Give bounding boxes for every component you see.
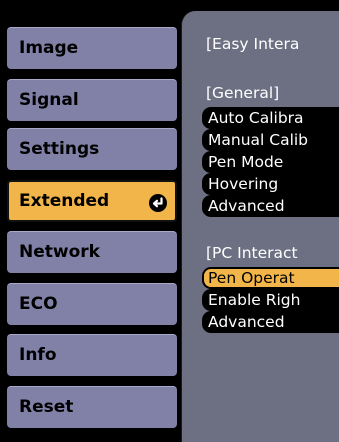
submenu-item-label: Enable Righ	[208, 291, 301, 309]
menu-item-label: Info	[19, 345, 57, 365]
menu-item-label: Extended	[19, 191, 110, 211]
menu-item-extended[interactable]: Extended	[7, 180, 177, 222]
submenu-item-label: Hovering	[208, 175, 279, 193]
enter-icon	[149, 194, 167, 212]
submenu-item-label: Auto Calibra	[208, 109, 304, 127]
menu-item-signal[interactable]: Signal	[7, 79, 177, 121]
auto-calibration-item[interactable]: Auto Calibra	[202, 107, 339, 129]
menu-item-settings[interactable]: Settings	[7, 128, 177, 170]
general-section-heading: [General]	[206, 84, 280, 102]
menu-item-label: Network	[19, 242, 100, 262]
main-menu: Image Signal Settings Extended Network E…	[0, 0, 185, 442]
pen-operation-item[interactable]: Pen Operat	[202, 267, 339, 289]
menu-item-eco[interactable]: ECO	[7, 283, 177, 325]
advanced-general-item[interactable]: Advanced	[202, 195, 339, 217]
advanced-pc-item[interactable]: Advanced	[202, 311, 339, 333]
menu-item-reset[interactable]: Reset	[7, 386, 177, 428]
panel-title: [Easy Intera	[206, 35, 300, 53]
submenu-item-label: Manual Calib	[208, 131, 309, 149]
menu-item-label: Signal	[19, 90, 79, 110]
menu-item-label: Image	[19, 38, 79, 58]
menu-item-network[interactable]: Network	[7, 231, 177, 273]
submenu-item-label: Pen Mode	[208, 153, 284, 171]
pc-interactive-section-heading: [PC Interact	[206, 244, 298, 262]
enable-right-click-item[interactable]: Enable Righ	[202, 289, 339, 311]
submenu-item-label: Advanced	[208, 313, 285, 331]
menu-item-image[interactable]: Image	[7, 27, 177, 69]
menu-item-label: Settings	[19, 139, 100, 159]
menu-item-label: Reset	[19, 397, 74, 417]
projector-menu-screen: Image Signal Settings Extended Network E…	[0, 0, 339, 442]
manual-calibration-item[interactable]: Manual Calib	[202, 129, 339, 151]
hovering-item[interactable]: Hovering	[202, 173, 339, 195]
pen-mode-item[interactable]: Pen Mode	[202, 151, 339, 173]
submenu-panel: [Easy Intera [General] Auto Calibra Manu…	[181, 11, 339, 442]
submenu-item-label: Pen Operat	[208, 269, 295, 287]
submenu-item-label: Advanced	[208, 197, 285, 215]
menu-item-info[interactable]: Info	[7, 334, 177, 376]
menu-item-label: ECO	[19, 294, 58, 314]
